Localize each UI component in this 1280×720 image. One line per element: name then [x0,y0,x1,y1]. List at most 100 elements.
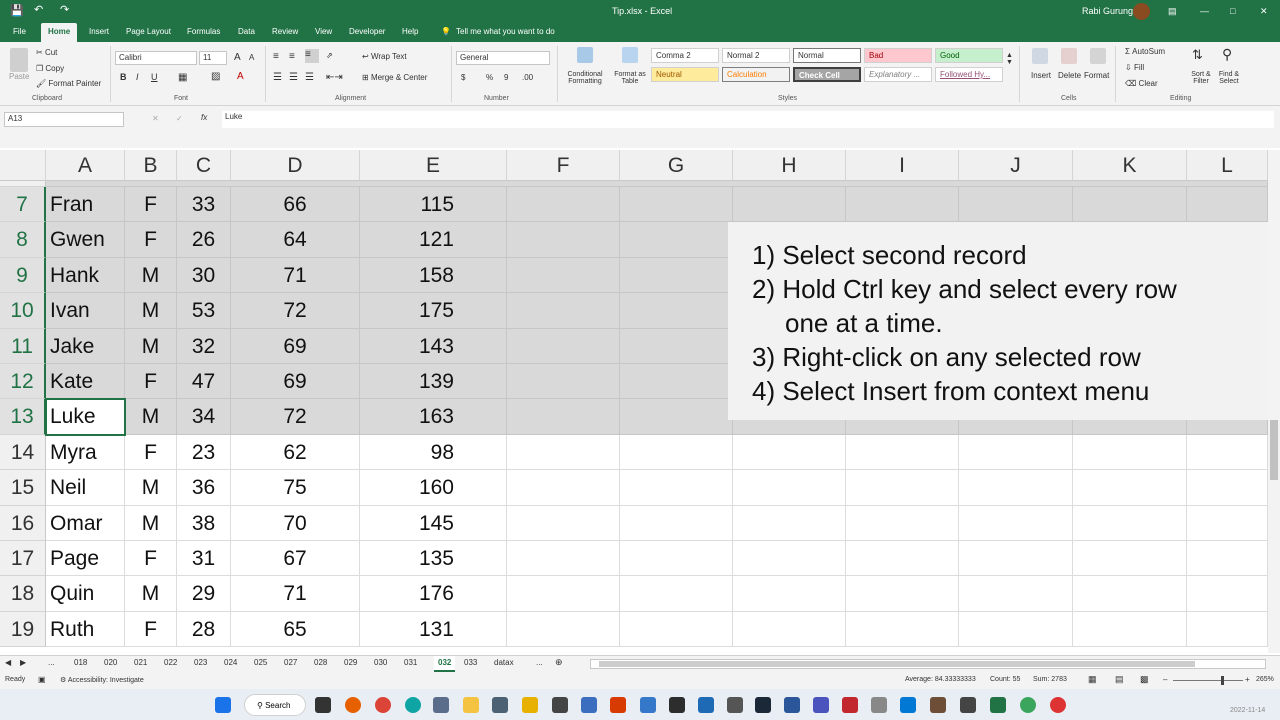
bold-icon[interactable]: B [120,72,127,82]
empty-cell[interactable] [507,187,620,222]
cell-e[interactable]: 115 [360,187,507,222]
row-header[interactable]: 19 [0,612,46,647]
empty-cell[interactable] [1187,506,1268,541]
cell-b[interactable]: F [125,187,177,222]
column-header-f[interactable]: F [507,150,620,181]
empty-cell[interactable] [1073,470,1187,506]
app-icon-8[interactable] [784,697,800,713]
tab-data[interactable]: Data [238,27,255,36]
row-header[interactable]: 12 [0,364,46,399]
app-icon-3[interactable] [581,697,597,713]
style-normal-2[interactable]: Normal 2 [722,48,790,63]
sheet-tab[interactable]: 022 [164,658,177,667]
format-painter-button[interactable]: 🖌 Format Painter [36,79,101,88]
tab-file[interactable]: File [13,27,26,36]
comma-icon[interactable]: 9 [504,73,508,82]
column-header-g[interactable]: G [620,150,733,181]
empty-cell[interactable] [846,187,959,222]
cell-d[interactable]: 67 [231,541,360,576]
cell-e[interactable]: 176 [360,576,507,612]
format-as-table-button[interactable]: Format as Table [610,71,650,85]
sheet-tab[interactable]: 027 [284,658,297,667]
align-left-icon[interactable]: ☰ [273,72,282,83]
cell-d[interactable]: 65 [231,612,360,647]
page-layout-view-icon[interactable]: ▤ [1115,674,1124,685]
cell-e[interactable]: 131 [360,612,507,647]
close-icon[interactable]: ✕ [1260,6,1268,17]
cell-b[interactable]: M [125,576,177,612]
empty-cell[interactable] [507,470,620,506]
styles-scroll-icon[interactable]: ▲ ▼ [1006,52,1013,66]
empty-cell[interactable] [1073,187,1187,222]
sheet-tab[interactable]: 025 [254,658,267,667]
fill-button[interactable]: ⇩ Fill [1125,63,1144,72]
decimal-icon[interactable]: .00 [522,73,533,82]
empty-cell[interactable] [620,541,733,576]
cell-b[interactable]: F [125,435,177,470]
cell-b[interactable]: M [125,258,177,293]
cell-a[interactable]: Myra [46,435,125,470]
column-header-a[interactable]: A [46,150,125,181]
app-icon-9[interactable] [871,697,887,713]
sheet-tab[interactable]: 024 [224,658,237,667]
sheet-tab[interactable]: 023 [194,658,207,667]
column-header-l[interactable]: L [1187,150,1268,181]
select-all-corner[interactable] [0,150,46,181]
normal-view-icon[interactable]: ▦ [1088,674,1097,685]
copy-button[interactable]: ❐ Copy [36,64,64,73]
sheet-tab[interactable]: 020 [104,658,117,667]
format-cells-icon[interactable] [1090,48,1106,64]
page-break-view-icon[interactable]: ▩ [1140,674,1149,685]
zoom-out-icon[interactable]: – [1163,675,1167,684]
empty-cell[interactable] [959,435,1073,470]
cell-b[interactable]: M [125,399,177,435]
insert-function-icon[interactable]: fx [201,113,207,122]
row-header[interactable]: 8 [0,222,46,258]
cell-b[interactable]: M [125,293,177,329]
cell-b[interactable]: F [125,541,177,576]
row-header[interactable]: 13 [0,399,46,435]
empty-cell[interactable] [620,576,733,612]
cell-c[interactable]: 53 [177,293,231,329]
cell-c[interactable]: 30 [177,258,231,293]
align-right-icon[interactable]: ☰ [305,72,314,83]
empty-cell[interactable] [1187,612,1268,647]
sheet-tab[interactable]: datax [494,658,514,667]
style-explanatory[interactable]: Explanatory ... [864,67,932,82]
sheet-tab[interactable]: ... [536,658,543,667]
cell-e[interactable]: 175 [360,293,507,329]
sheet-tab[interactable]: ... [48,658,55,667]
cell-a[interactable]: Ivan [46,293,125,329]
style-check-cell[interactable]: Check Cell [793,67,861,82]
column-header-h[interactable]: H [733,150,846,181]
empty-cell[interactable] [507,222,620,258]
accessibility-status[interactable]: ⚙ Accessibility: Investigate [60,676,144,684]
cell-a[interactable]: Page [46,541,125,576]
horizontal-scrollbar[interactable] [590,659,1266,669]
wrap-text-button[interactable]: ↩ Wrap Text [362,52,407,61]
calendar-icon[interactable] [433,697,449,713]
app-icon-2[interactable] [552,697,568,713]
cell-e[interactable]: 158 [360,258,507,293]
app-icon-5[interactable] [640,697,656,713]
cell-d[interactable]: 69 [231,364,360,399]
tab-home[interactable]: Home [41,23,78,42]
row-header[interactable]: 17 [0,541,46,576]
zoom-in-icon[interactable]: + [1245,675,1250,684]
cell-b[interactable]: M [125,470,177,506]
add-sheet-icon[interactable]: ⊕ [555,657,563,668]
format-table-icon[interactable] [622,47,638,63]
next-sheet-icon[interactable]: ▶ [20,658,26,667]
currency-icon[interactable]: $ [461,73,465,82]
chrome-icon[interactable] [375,697,391,713]
grow-font-icon[interactable]: A [234,52,241,63]
row-header[interactable]: 15 [0,470,46,506]
cell-b[interactable]: M [125,329,177,364]
empty-cell[interactable] [620,258,733,293]
cell-c[interactable]: 47 [177,364,231,399]
empty-cell[interactable] [507,506,620,541]
empty-cell[interactable] [1187,576,1268,612]
empty-cell[interactable] [507,435,620,470]
zoom-slider[interactable] [1173,680,1243,681]
tab-page-layout[interactable]: Page Layout [126,27,171,36]
